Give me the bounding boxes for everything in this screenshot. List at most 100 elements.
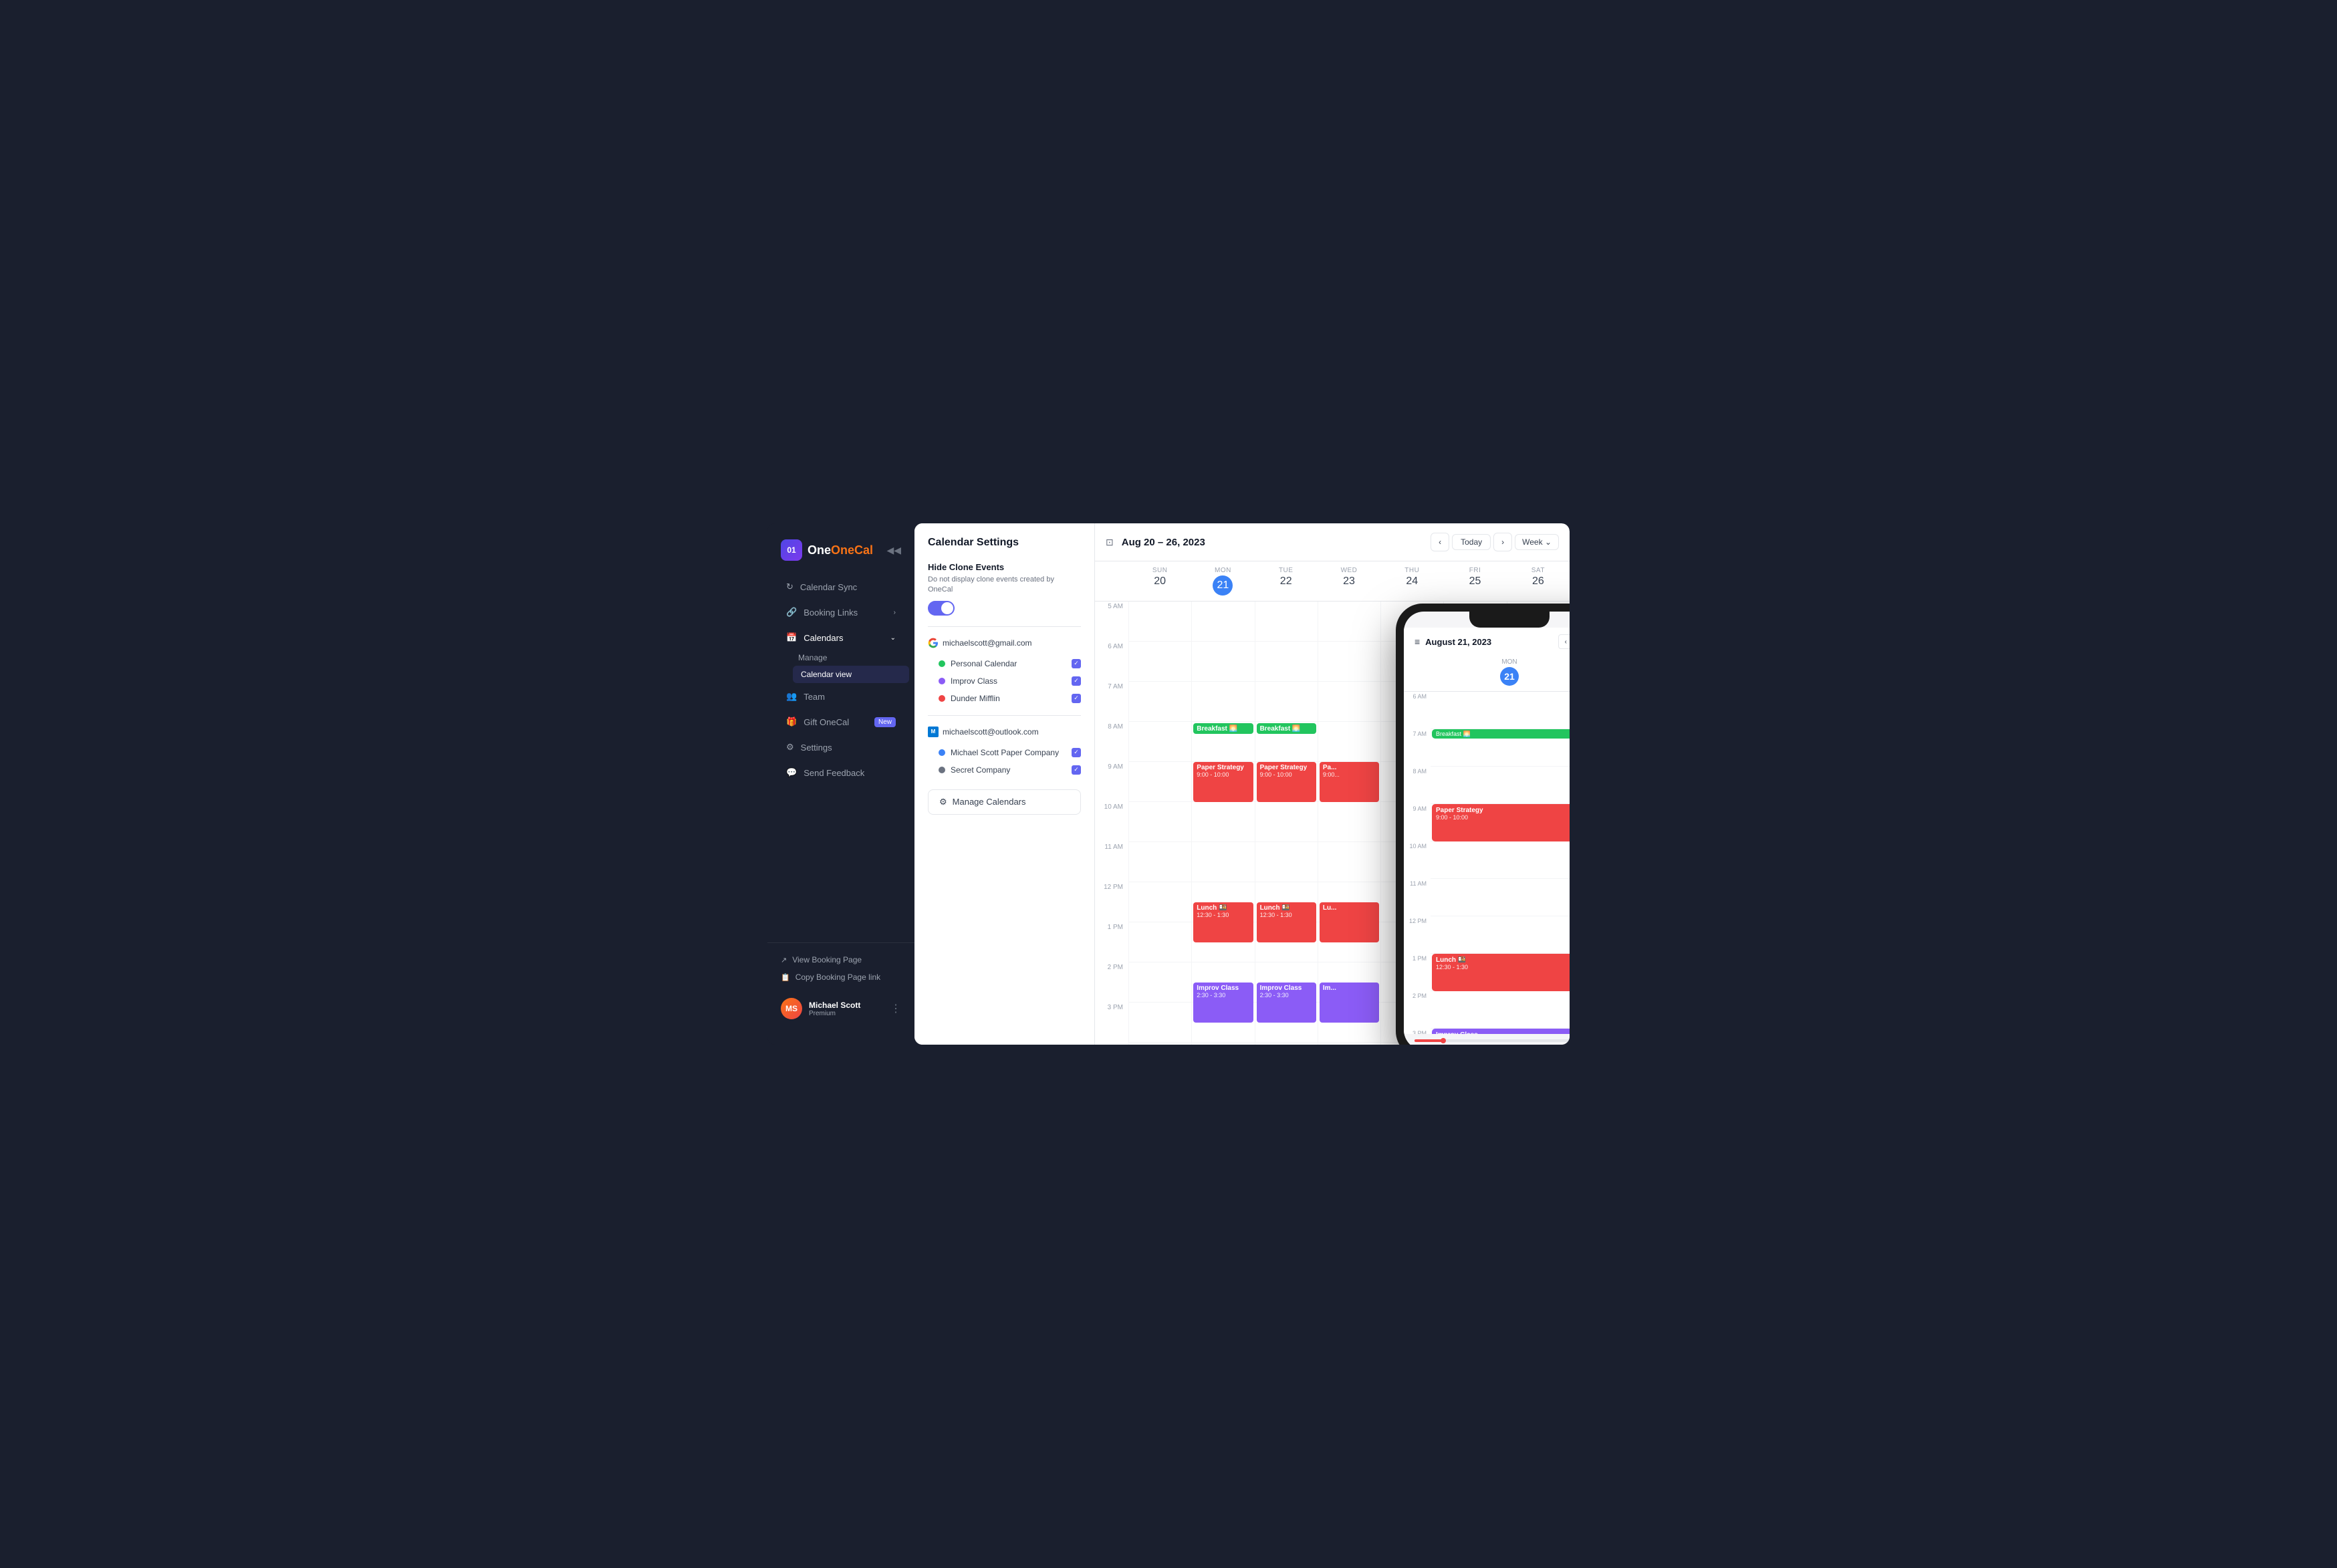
phone-notch	[1469, 612, 1550, 628]
outlook-icon: M	[928, 727, 939, 737]
calendar-header: ⊡ Aug 20 – 26, 2023 ‹ Today › Week ⌄	[1095, 523, 1570, 561]
outlook-account-section: M michaelscott@outlook.com Michael Scott…	[928, 727, 1081, 779]
settings-icon: ⚙	[786, 742, 794, 753]
tue-lunch-event[interactable]: Lunch 🍱 12:30 - 1:30	[1257, 902, 1316, 942]
phone-improv-class-event[interactable]: Improv Class 2:30 - 3:30	[1432, 1029, 1570, 1034]
toggle-label: Hide Clone Events	[928, 562, 1081, 572]
phone-progress-bar	[1414, 1039, 1570, 1042]
improv-cal-checkbox[interactable]: ✓	[1072, 676, 1081, 686]
day-col-wed: Pa... 9:00... Lu... Im... Su...	[1318, 602, 1380, 1045]
today-button[interactable]: Today	[1452, 534, 1491, 550]
calendar-item-secret-company: Secret Company ✓	[928, 761, 1081, 779]
sidebar-sub-manage[interactable]: Manage	[767, 650, 914, 665]
calendar-days-header: SUN 20 MON 21 TUE 22 WED 23	[1095, 561, 1570, 602]
day-header-thu: THU 24	[1380, 561, 1443, 601]
day-col-tue: Breakfast 🌅 Paper Strategy 9:00 - 10:00 …	[1255, 602, 1318, 1045]
google-icon	[928, 638, 939, 648]
paper-company-dot	[939, 749, 945, 756]
phone-day-label: MON	[1500, 658, 1519, 666]
time-4pm: 4 PM	[1095, 1043, 1128, 1045]
next-week-button[interactable]: ›	[1493, 533, 1512, 551]
paper-company-checkbox[interactable]: ✓	[1072, 748, 1081, 757]
phone-progress-dot	[1441, 1038, 1446, 1043]
sidebar-collapse-button[interactable]: ◀◀	[886, 545, 901, 556]
time-2pm: 2 PM	[1095, 962, 1128, 1003]
phone-day-num: 21	[1500, 667, 1519, 686]
sidebar-item-team[interactable]: 👥 Team	[773, 684, 909, 708]
sidebar-item-calendars[interactable]: 📅 Calendars ⌄	[773, 626, 909, 650]
phone-lunch-event[interactable]: Lunch 🍱 12:30 - 1:30	[1432, 954, 1570, 991]
secret-company-checkbox[interactable]: ✓	[1072, 765, 1081, 775]
phone-header: ≡ August 21, 2023 ‹ › •••	[1404, 628, 1570, 653]
phone-time-col: 6 AM 7 AM 8 AM 9 AM 10 AM 11 AM 12 PM 1 …	[1404, 692, 1431, 1034]
user-plan: Premium	[809, 1010, 884, 1017]
dunder-cal-checkbox[interactable]: ✓	[1072, 694, 1081, 703]
nav-label: Booking Links	[804, 608, 858, 618]
hide-clone-toggle[interactable]	[928, 601, 955, 616]
improv-cal-dot	[939, 678, 945, 684]
day-header-mon: MON 21	[1191, 561, 1254, 601]
wed-lunch-event[interactable]: Lu...	[1320, 902, 1379, 942]
tue-improv-class-event[interactable]: Improv Class 2:30 - 3:30	[1257, 983, 1316, 1023]
google-account-section: michaelscott@gmail.com Personal Calendar…	[928, 638, 1081, 707]
user-menu-button[interactable]: ⋮	[890, 1002, 901, 1015]
app-container: 01 OneOneCal ◀◀ ↻ Calendar Sync 🔗 Bookin…	[767, 523, 1570, 1045]
google-account-header: michaelscott@gmail.com	[928, 638, 1081, 648]
day-header-sun: SUN 20	[1128, 561, 1191, 601]
calendar-sync-icon: ↻	[786, 581, 793, 592]
sidebar-item-booking-links[interactable]: 🔗 Booking Links ›	[773, 600, 909, 624]
phone-events-col: Breakfast 🌅 Paper Strategy 9:00 - 10:00 …	[1431, 692, 1570, 1034]
wed-improv-event[interactable]: Im...	[1320, 983, 1379, 1023]
manage-calendars-button[interactable]: ⚙ Manage Calendars	[928, 789, 1081, 815]
phone-mockup: ≡ August 21, 2023 ‹ › ••• MON 21	[1396, 604, 1570, 1045]
prev-week-button[interactable]: ‹	[1431, 533, 1449, 551]
phone-prev-button[interactable]: ‹	[1558, 634, 1570, 649]
settings-panel: Calendar Settings Hide Clone Events Do n…	[914, 523, 1095, 1045]
divider-2	[928, 715, 1081, 716]
mon-paper-strategy-event[interactable]: Paper Strategy 9:00 - 10:00	[1193, 762, 1253, 802]
day-header-sat: SAT 26	[1507, 561, 1570, 601]
tue-paper-strategy-event[interactable]: Paper Strategy 9:00 - 10:00	[1257, 762, 1316, 802]
mon-improv-class-event[interactable]: Improv Class 2:30 - 3:30	[1193, 983, 1253, 1023]
nav-label: Calendars	[804, 633, 843, 643]
toggle-description: Do not display clone events created by O…	[928, 575, 1081, 596]
sidebar-sub-calendar-view[interactable]: Calendar view	[793, 666, 909, 683]
gift-icon: 🎁	[786, 716, 797, 727]
tue-breakfast-event[interactable]: Breakfast 🌅	[1257, 723, 1316, 734]
phone-day-header: MON 21	[1404, 653, 1570, 692]
phone-breakfast-event[interactable]: Breakfast 🌅	[1432, 729, 1570, 739]
phone-screen: ≡ August 21, 2023 ‹ › ••• MON 21	[1404, 612, 1570, 1045]
time-6am: 6 AM	[1095, 642, 1128, 682]
copy-booking-link[interactable]: 📋 Copy Booking Page link	[773, 968, 909, 986]
calendar-range-icon: ⊡	[1106, 537, 1114, 548]
view-select-button[interactable]: Week ⌄	[1515, 534, 1559, 550]
sidebar-item-calendar-sync[interactable]: ↻ Calendar Sync	[773, 575, 909, 599]
chevron-down-icon: ⌄	[890, 634, 896, 642]
sidebar-item-gift-onecal[interactable]: 🎁 Gift OneCal New	[773, 710, 909, 734]
view-booking-link[interactable]: ↗ View Booking Page	[773, 951, 909, 968]
phone-progress-fill	[1414, 1039, 1443, 1042]
hide-clone-events-section: Hide Clone Events Do not display clone e…	[928, 562, 1081, 616]
wed-paper-strategy-event[interactable]: Pa... 9:00...	[1320, 762, 1379, 802]
outlook-account-header: M michaelscott@outlook.com	[928, 727, 1081, 737]
sidebar-item-settings[interactable]: ⚙ Settings	[773, 735, 909, 759]
time-12pm: 12 PM	[1095, 882, 1128, 922]
day-col-mon: Breakfast 🌅 Paper Strategy 9:00 - 10:00 …	[1191, 602, 1254, 1045]
copy-icon: 📋	[781, 973, 790, 982]
phone-paper-strategy-event[interactable]: Paper Strategy 9:00 - 10:00	[1432, 804, 1570, 841]
phone-body: 6 AM 7 AM 8 AM 9 AM 10 AM 11 AM 12 PM 1 …	[1404, 692, 1570, 1034]
calendar-item-paper-company: Michael Scott Paper Company ✓	[928, 744, 1081, 761]
time-11am: 11 AM	[1095, 842, 1128, 882]
day-header-tue: TUE 22	[1255, 561, 1318, 601]
user-name: Michael Scott	[809, 1001, 884, 1010]
mon-breakfast-event[interactable]: Breakfast 🌅	[1193, 723, 1253, 734]
time-5am: 5 AM	[1095, 602, 1128, 642]
sidebar: 01 OneOneCal ◀◀ ↻ Calendar Sync 🔗 Bookin…	[767, 523, 914, 1045]
avatar: MS	[781, 998, 802, 1019]
booking-links-icon: 🔗	[786, 607, 797, 618]
phone-menu-icon: ≡	[1414, 636, 1420, 647]
nav-label: Gift OneCal	[804, 717, 849, 727]
sidebar-item-send-feedback[interactable]: 💬 Send Feedback	[773, 761, 909, 785]
personal-cal-checkbox[interactable]: ✓	[1072, 659, 1081, 668]
mon-lunch-event[interactable]: Lunch 🍱 12:30 - 1:30	[1193, 902, 1253, 942]
